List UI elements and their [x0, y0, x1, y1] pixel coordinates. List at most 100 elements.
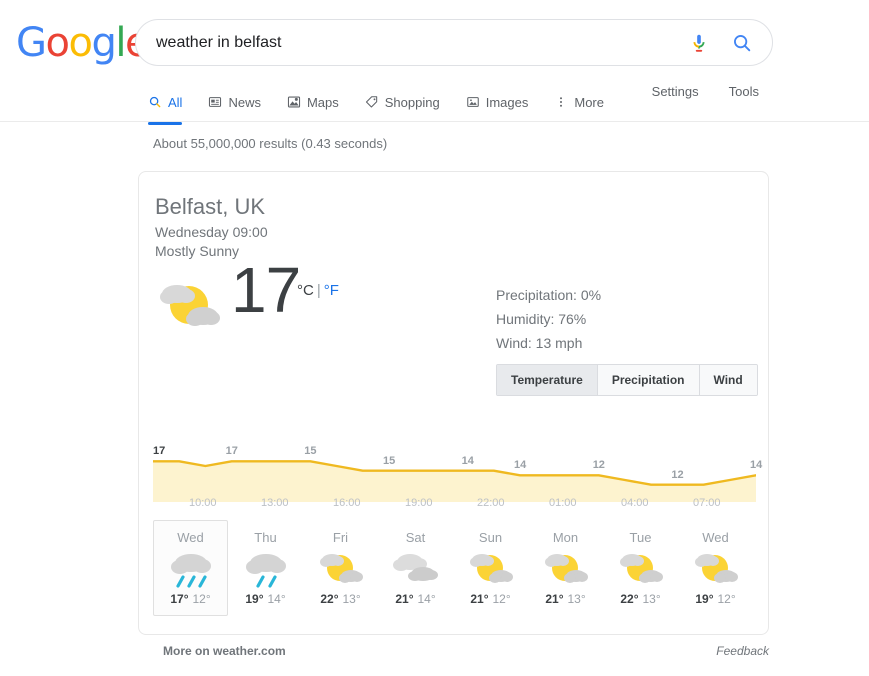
chart-point-label: 14 [461, 454, 474, 467]
tab-more[interactable]: More [554, 84, 618, 120]
chart-point-label: 15 [304, 445, 317, 458]
search-icon [148, 95, 162, 109]
unit-fahrenheit[interactable]: °F [324, 282, 339, 299]
forecast-day[interactable]: Tue 22° 13° [603, 520, 678, 616]
forecast-day-name: Fri [332, 530, 349, 545]
weather-metric-tabs: Temperature Precipitation Wind [496, 364, 758, 396]
forecast-day[interactable]: Wed 17° 12° [153, 520, 228, 616]
logo-letter-g2: g [91, 20, 116, 66]
more-vertical-icon [554, 95, 568, 109]
forecast-day-temps: 22° 13° [320, 592, 360, 606]
chart-tick-label: 19:00 [405, 497, 433, 509]
search-bar[interactable] [135, 19, 773, 66]
current-temperature: 17 [231, 254, 301, 326]
tab-shopping[interactable]: Shopping [365, 84, 454, 120]
google-search-page: Google [0, 0, 869, 676]
logo-letter-o1: o [45, 20, 70, 66]
tab-news[interactable]: News [208, 84, 275, 120]
tab-maps-label: Maps [306, 94, 339, 110]
tab-news-label: News [228, 94, 261, 110]
forecast-day[interactable]: Mon 21° 13° [528, 520, 603, 616]
partly-sunny-icon [615, 548, 667, 588]
weather-card: Belfast, UK Wednesday 09:00 Mostly Sunny… [138, 171, 769, 635]
forecast-low: 13° [342, 592, 361, 606]
forecast-low: 13° [642, 592, 661, 606]
forecast-low: 13° [567, 592, 586, 606]
tab-precipitation[interactable]: Precipitation [597, 365, 700, 395]
news-icon [208, 95, 222, 109]
forecast-high: 19° [245, 592, 264, 606]
cloudy-icon [390, 548, 442, 588]
chart-point-label: 17 [225, 445, 238, 458]
weather-condition: Mostly Sunny [155, 243, 240, 259]
chart-point-label: 17 [153, 445, 166, 458]
forecast-day[interactable]: Sat 21° 14° [378, 520, 453, 616]
forecast-day[interactable]: Fri 22° 13° [303, 520, 378, 616]
tab-all-label: All [168, 94, 183, 110]
chart-point-label: 12 [671, 468, 684, 481]
chart-tick-label: 22:00 [477, 497, 505, 509]
search-submit-icon[interactable] [722, 26, 762, 60]
tab-shopping-label: Shopping [384, 94, 440, 110]
forecast-high: 21° [470, 592, 489, 606]
tab-images-label: Images [485, 94, 529, 110]
wind-stat: Wind: 13 mph [496, 335, 583, 351]
rain-icon [240, 548, 292, 588]
google-logo[interactable]: Google [16, 20, 150, 66]
unit-celsius[interactable]: °C [297, 282, 314, 299]
logo-letter-o2: o [68, 20, 92, 66]
partly-sunny-icon [540, 548, 592, 588]
search-nav: All News Maps Shopping Images More Setti… [0, 84, 869, 125]
search-input[interactable] [136, 30, 682, 55]
chart-tick-label: 16:00 [333, 497, 361, 509]
tab-wind[interactable]: Wind [699, 365, 757, 395]
forecast-day-temps: 21° 12° [470, 592, 510, 606]
humidity-stat: Humidity: 76% [496, 311, 587, 327]
tab-maps[interactable]: Maps [287, 84, 353, 120]
tab-more-label: More [574, 94, 604, 110]
tab-temperature[interactable]: Temperature [497, 365, 598, 395]
temperature-unit-toggle[interactable]: °C | °F [297, 282, 339, 299]
weather-daytime: Wednesday 09:00 [155, 224, 268, 240]
precipitation-stat: Precipitation: 0% [496, 287, 602, 303]
chart-point-label: 14 [514, 459, 527, 472]
forecast-high: 22° [320, 592, 339, 606]
settings-button[interactable]: Settings [652, 84, 699, 99]
forecast-day-name: Sat [405, 530, 426, 545]
result-stats: About 55,000,000 results (0.43 seconds) [153, 136, 388, 151]
partly-sunny-icon [465, 548, 517, 588]
forecast-day[interactable]: Thu 19° 14° [228, 520, 303, 616]
chart-point-label: 14 [750, 459, 763, 472]
tab-images[interactable]: Images [466, 84, 543, 120]
header-divider [0, 121, 869, 122]
forecast-low: 12° [717, 592, 736, 606]
chart-point-label: 15 [382, 454, 396, 467]
chart-tick-label: 07:00 [693, 497, 721, 509]
forecast-day-name: Wed [177, 530, 204, 545]
feedback-link[interactable]: Feedback [716, 644, 769, 658]
forecast-day-temps: 22° 13° [620, 592, 660, 606]
forecast-day[interactable]: Sun 21° 12° [453, 520, 528, 616]
search-nav-tabs: All News Maps Shopping Images More [148, 84, 630, 125]
forecast-day-temps: 21° 13° [545, 592, 585, 606]
forecast-high: 19° [695, 592, 714, 606]
forecast-day-name: Wed [702, 530, 729, 545]
forecast-day[interactable]: Wed 19° 12° [678, 520, 753, 616]
more-on-weather-link[interactable]: More on weather.com [163, 644, 286, 658]
chart-x-axis: 10:00 13:00 16:00 19:00 22:00 01:00 04:00 07:00 [153, 497, 756, 517]
forecast-low: 12° [192, 592, 211, 606]
forecast-high: 22° [620, 592, 639, 606]
hourly-temperature-chart: 17 17 15 15 14 14 12 12 14 [153, 417, 762, 502]
partly-sunny-icon [315, 548, 367, 588]
partly-sunny-icon [153, 276, 227, 336]
chart-area-fill [153, 461, 756, 502]
tools-button[interactable]: Tools [729, 84, 759, 99]
daily-forecast: Wed 17° 12° Thu 19° 14° Fri 22° 13° Sat 21° 14° Sun 2… [153, 520, 756, 616]
forecast-day-temps: 21° 14° [395, 592, 435, 606]
forecast-day-name: Thu [254, 530, 277, 545]
logo-letter-g1: G [16, 20, 47, 66]
tab-all[interactable]: All [148, 84, 196, 125]
forecast-day-name: Sun [478, 530, 503, 545]
page-header: Google [0, 0, 869, 125]
microphone-icon[interactable] [682, 26, 716, 60]
